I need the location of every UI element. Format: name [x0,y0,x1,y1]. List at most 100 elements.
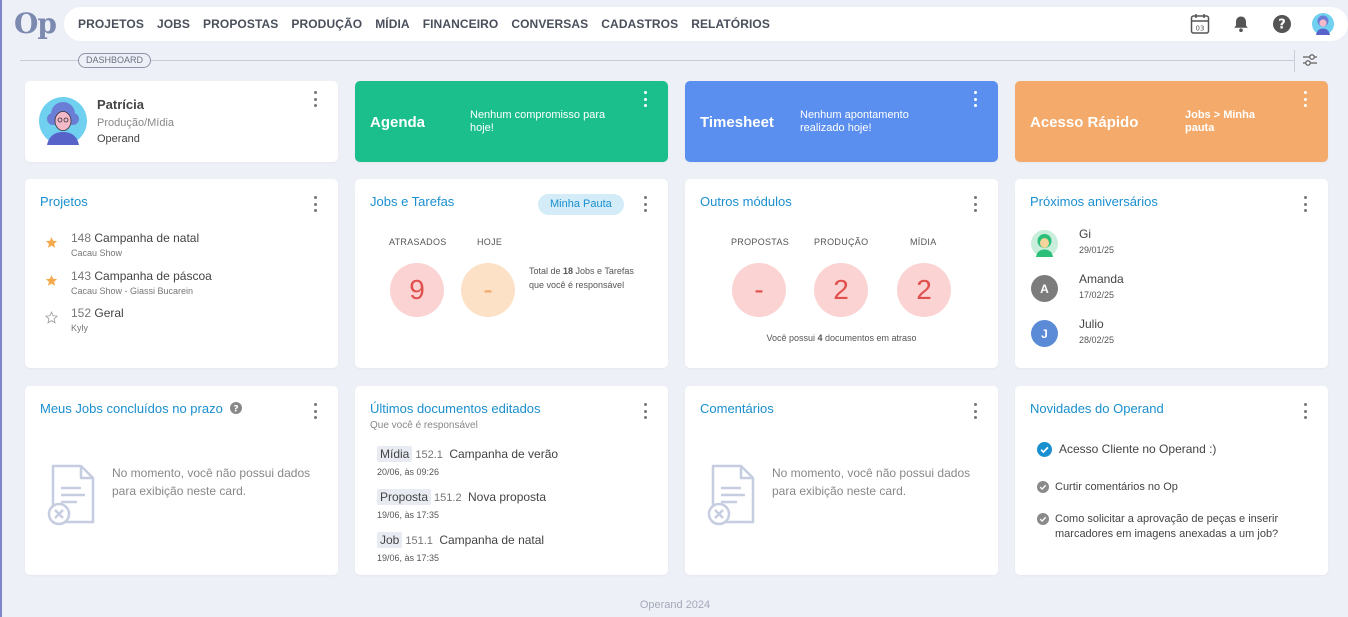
star-filled-icon[interactable] [45,236,58,249]
module-count-propostas[interactable]: - [732,263,786,317]
quick-access-link[interactable]: Jobs > Minha pauta [1185,109,1265,135]
calendar-icon[interactable]: 03 [1189,13,1211,35]
module-count-producao[interactable]: 2 [814,263,868,317]
nav-midia[interactable]: MÍDIA [375,17,410,31]
birthdays-menu-icon[interactable] [1300,196,1310,212]
projects-menu-icon[interactable] [310,196,320,212]
profile-name: Patrícia [97,97,144,112]
projects-title[interactable]: Projetos [40,194,88,209]
nav-relatorios[interactable]: RELATÓRIOS [691,17,770,31]
help-icon[interactable]: ? [1271,13,1293,35]
star-outline-icon[interactable] [45,311,58,324]
nav-projetos[interactable]: PROJETOS [78,17,144,31]
doc-date: 19/06, às 17:35 [377,510,440,520]
main-nav-bar: PROJETOS JOBS PROPOSTAS PRODUÇÃO MÍDIA F… [64,7,1348,41]
logo[interactable]: Op [14,7,57,40]
late-count[interactable]: 9 [390,263,444,317]
breadcrumb-divider [20,60,1294,61]
agenda-message: Nenhum compromisso para hoje! [470,109,606,134]
svg-text:?: ? [234,404,239,414]
birthdays-card: Próximos aniversários Gi 29/01/25 A Aman… [1015,179,1328,368]
help-icon[interactable]: ? [230,402,243,414]
check-circle-icon [1037,442,1052,457]
star-filled-icon[interactable] [45,274,58,287]
profile-avatar[interactable] [39,97,87,145]
doc-type: Proposta [377,489,432,505]
nav-jobs[interactable]: JOBS [157,17,190,31]
doc-item[interactable]: Job 151.1 Campanha de natal 19/06, às 17:… [377,531,657,563]
agenda-title: Agenda [370,114,426,131]
project-name: Geral [94,306,124,320]
main-nav: PROJETOS JOBS PROPOSTAS PRODUÇÃO MÍDIA F… [78,7,783,41]
jobs-tasks-card: Jobs e Tarefas Minha Pauta ATRASADOS HOJ… [355,179,668,368]
project-number: 152 [71,306,92,320]
module-label-producao: PRODUÇÃO [814,237,869,247]
profile-menu-icon[interactable] [310,91,320,107]
news-card: Novidades do Operand Acesso Cliente no O… [1015,386,1328,575]
news-title: Novidades do Operand [1030,401,1164,416]
agenda-menu-icon[interactable] [640,91,650,107]
project-client: Kyly [71,323,89,333]
project-name: Campanha de páscoa [94,269,212,283]
doc-number: 152.1 [415,449,443,461]
today-count[interactable]: - [461,263,515,317]
breadcrumb-separator [1294,50,1295,72]
birthday-name: Amanda [1079,272,1124,286]
quick-access-menu-icon[interactable] [1300,91,1310,107]
late-label: ATRASADOS [389,237,447,247]
doc-number: 151.2 [434,492,462,504]
birthday-date: 28/02/25 [1079,335,1115,345]
breadcrumb[interactable]: DASHBOARD [78,53,152,68]
avatar [1031,230,1058,257]
modules-menu-icon[interactable] [970,196,980,212]
quick-access-card[interactable]: Acesso Rápido Jobs > Minha pauta [1015,81,1328,162]
project-client: Cacau Show - Giassi Bucarein [71,286,194,296]
profile-org: Operand [97,133,140,145]
module-count-midia[interactable]: 2 [897,263,951,317]
project-name: Campanha de natal [94,231,200,245]
my-jobs-menu-icon[interactable] [310,403,320,419]
nav-conversas[interactable]: CONVERSAS [511,17,588,31]
project-number: 148 [71,231,92,245]
today-label: HOJE [477,237,503,247]
dashboard-settings-icon[interactable] [1302,52,1318,73]
my-schedule-button[interactable]: Minha Pauta [538,194,624,215]
my-jobs-title: Meus Jobs concluídos no prazo ? [40,401,243,416]
avatar: A [1031,275,1058,302]
bell-icon[interactable] [1230,13,1252,35]
timesheet-card[interactable]: Timesheet Nenhum apontamento realizado h… [685,81,998,162]
module-label-propostas: PROPOSTAS [731,237,790,247]
doc-name: Campanha de natal [439,533,545,547]
recent-docs-menu-icon[interactable] [640,403,650,419]
nav-cadastros[interactable]: CADASTROS [601,17,678,31]
news-menu-icon[interactable] [1300,403,1310,419]
doc-item[interactable]: Mídia 152.1 Campanha de verão 20/06, às 0… [377,445,657,477]
birthdays-title: Próximos aniversários [1030,194,1158,209]
jobs-title[interactable]: Jobs e Tarefas [370,194,454,209]
nav-producao[interactable]: PRODUÇÃO [291,17,362,31]
other-modules-card: Outros módulos PROPOSTAS PRODUÇÃO MÍDIA … [685,179,998,368]
timesheet-menu-icon[interactable] [970,91,980,107]
birthday-name: Julio [1079,317,1104,331]
my-jobs-card: Meus Jobs concluídos no prazo ? No momen… [25,386,338,575]
birthday-date: 17/02/25 [1079,290,1115,300]
timesheet-message: Nenhum apontamento realizado hoje! [800,109,909,134]
doc-date: 19/06, às 17:35 [377,553,440,563]
nav-propostas[interactable]: PROPOSTAS [203,17,278,31]
doc-number: 151.1 [405,535,433,547]
user-avatar[interactable] [1312,13,1334,35]
quick-access-title: Acesso Rápido [1030,114,1139,131]
doc-item[interactable]: Proposta 151.2 Nova proposta 19/06, às 17… [377,488,657,520]
svg-text:?: ? [1278,18,1286,33]
empty-state-text: No momento, você não possui dados para e… [772,466,971,498]
nav-financeiro[interactable]: FINANCEIRO [423,17,499,31]
timesheet-title: Timesheet [700,114,774,131]
birthday-name: Gi [1079,227,1091,241]
profile-card: Patrícia Produção/Mídia Operand [25,81,338,162]
agenda-card[interactable]: Agenda Nenhum compromisso para hoje! [355,81,668,162]
jobs-total-note: Total de 18 Jobs e Tarefas que você é re… [529,266,634,290]
birthday-date: 29/01/25 [1079,245,1115,255]
jobs-menu-icon[interactable] [640,196,650,212]
recent-docs-title: Últimos documentos editados [370,401,541,416]
comments-menu-icon[interactable] [970,403,980,419]
